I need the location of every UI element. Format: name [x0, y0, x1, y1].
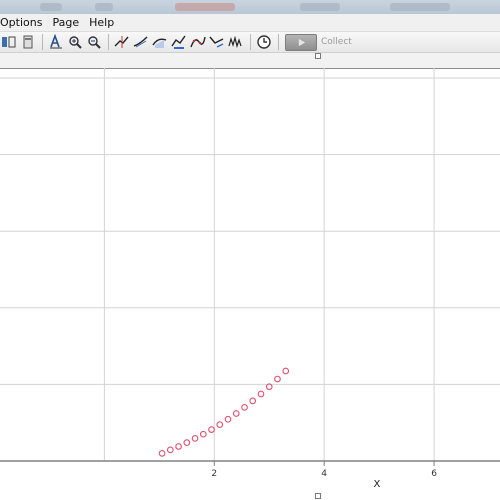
zoom-out-icon[interactable] [85, 33, 103, 51]
menu-page[interactable]: Page [47, 16, 84, 29]
data-point [257, 390, 265, 398]
toolbar-separator [108, 34, 109, 50]
toolbar-separator [42, 34, 43, 50]
menu-help[interactable]: Help [84, 16, 119, 29]
data-point [183, 439, 191, 446]
x-tick-label: 6 [431, 469, 437, 479]
graph-area[interactable]: 2 4 6 X [0, 68, 500, 500]
splitter-handle[interactable] [315, 53, 321, 59]
menu-options[interactable]: Options [0, 16, 47, 29]
data-point [216, 421, 224, 428]
x-tick-label: 4 [321, 469, 327, 479]
data-browser-icon[interactable] [19, 33, 37, 51]
curve-fit-icon[interactable] [189, 33, 207, 51]
toolbar-separator [278, 34, 279, 50]
data-point [158, 449, 166, 457]
data-point [249, 397, 257, 405]
zoom-in-icon[interactable] [66, 33, 84, 51]
collect-button[interactable] [285, 33, 317, 51]
collect-label: Collect [321, 37, 352, 47]
data-point [199, 430, 207, 438]
x-axis-label: X [373, 479, 380, 490]
window-title-strip [0, 0, 500, 14]
x-tick-label: 2 [211, 469, 217, 479]
data-point [166, 446, 174, 454]
integral-icon[interactable] [151, 33, 169, 51]
data-point [208, 426, 215, 433]
bottom-splitter-handle[interactable] [315, 493, 321, 499]
toolbar: Collect [0, 32, 500, 53]
menu-bar: Options Page Help [0, 14, 500, 32]
play-icon [298, 38, 305, 46]
tangent-icon[interactable] [132, 33, 150, 51]
data-table-icon[interactable] [0, 33, 18, 51]
timer-icon[interactable] [255, 33, 273, 51]
examine-icon[interactable] [113, 33, 131, 51]
toolbar-separator [250, 34, 251, 50]
data-point [191, 435, 199, 442]
data-point [175, 443, 182, 450]
data-point [282, 367, 290, 375]
fft-icon[interactable] [227, 33, 245, 51]
data-point [241, 404, 248, 411]
data-point [274, 375, 281, 383]
data-point [224, 415, 232, 423]
autoscale-icon[interactable] [47, 33, 65, 51]
linear-fit-icon[interactable] [208, 33, 226, 51]
pane-splitter[interactable] [0, 53, 500, 69]
data-point [232, 410, 240, 417]
statistics-icon[interactable] [170, 33, 188, 51]
